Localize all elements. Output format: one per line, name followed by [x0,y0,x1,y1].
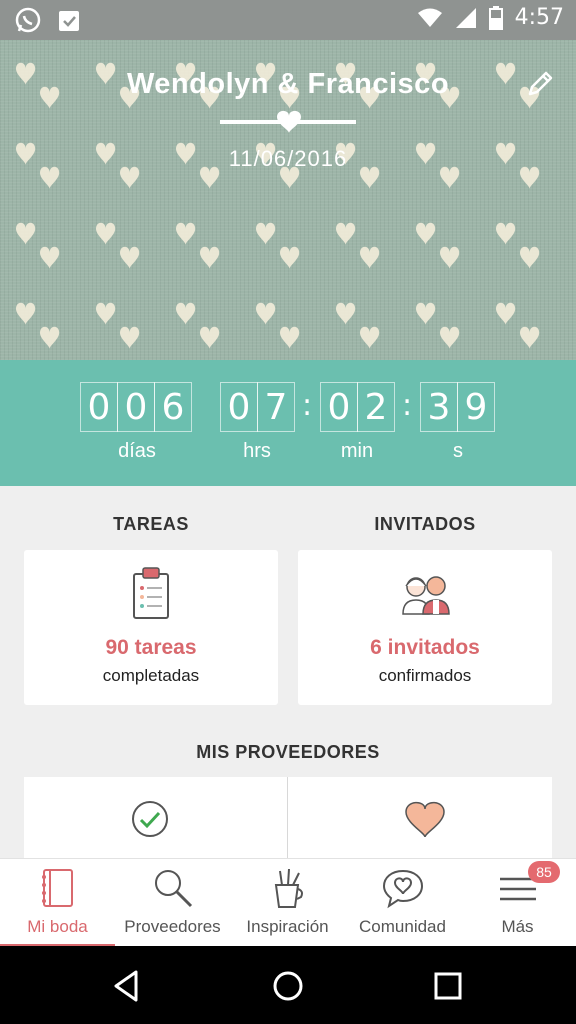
nav-inspiracion[interactable]: Inspiración [230,859,345,947]
pencil-cup-icon [274,868,303,908]
tasks-title: TAREAS [113,514,189,534]
digit: 0 [320,382,358,432]
check-circle-icon[interactable] [130,799,170,839]
tasks-status: completadas [102,666,200,685]
guests-card[interactable]: 6 invitados confirmados [298,550,552,705]
nav-label: Mi boda [27,917,88,936]
seconds-counter: 3 9 [420,382,495,432]
tasks-card[interactable]: 90 tareas completadas [24,550,278,705]
digit: 7 [257,382,295,432]
minutes-label: min [340,440,374,462]
home-icon[interactable] [268,966,308,1006]
days-counter: 0 0 6 [80,382,192,432]
digit: 9 [457,382,495,432]
system-navigation-bar [0,946,576,1024]
heart-icon [277,110,301,133]
battery-icon [488,5,503,30]
days-label: días [118,440,156,462]
digit: 6 [154,382,192,432]
search-icon [154,870,192,908]
wifi-icon [417,8,442,27]
status-bar: 4:57 [0,0,576,40]
guests-title: INVITADOS [374,514,476,534]
notification-badge: 85 [528,861,560,883]
nav-mi-boda[interactable]: Mi boda [0,859,115,947]
guests-status: confirmados [378,666,472,685]
chat-heart-icon [382,869,423,909]
countdown-panel: 0 0 6 0 7 : 0 2 : 3 9 días hrs min s [0,360,576,486]
back-icon[interactable] [108,966,148,1006]
guests-count: 6 invitados [370,636,480,659]
signal-icon [455,7,476,28]
hours-counter: 0 7 [220,382,295,432]
digit: 2 [357,382,395,432]
digit: 3 [420,382,458,432]
vendors-title: MIS PROVEEDORES [196,742,380,762]
tasks-count: 90 tareas [105,636,197,659]
nav-comunidad[interactable]: Comunidad [345,859,460,947]
favorite-heart-icon[interactable] [404,801,446,839]
wedding-date: 11/06/2016 [228,146,348,171]
nav-label: Comunidad [359,917,446,936]
couple-names: Wendolyn & Francisco [126,68,450,100]
hours-label: hrs [243,440,271,462]
time-separator: : [402,388,413,423]
bottom-navigation: Mi boda Proveedores Inspiración Comunida… [0,858,576,947]
nav-label: Más [501,917,534,936]
edit-pencil-icon[interactable] [524,68,556,100]
digit: 0 [80,382,118,432]
nav-label: Inspiración [246,917,329,936]
nav-proveedores[interactable]: Proveedores [115,859,230,947]
vendors-card [24,777,552,867]
clipboard-check-icon [59,11,79,31]
couple-guests-icon [402,576,450,615]
time-separator: : [302,388,313,423]
nav-label: Proveedores [124,917,221,936]
vendors-divider [287,777,288,867]
seconds-label: s [453,440,463,462]
whatsapp-icon [15,7,41,33]
hero-banner: Wendolyn & Francisco 11/06/2016 [0,40,576,360]
clipboard-checklist-icon [133,567,169,619]
clock: 4:57 [514,5,564,30]
minutes-counter: 0 2 [320,382,395,432]
recents-icon[interactable] [428,966,468,1006]
digit: 0 [220,382,258,432]
digit: 0 [117,382,155,432]
notebook-icon [41,869,73,907]
